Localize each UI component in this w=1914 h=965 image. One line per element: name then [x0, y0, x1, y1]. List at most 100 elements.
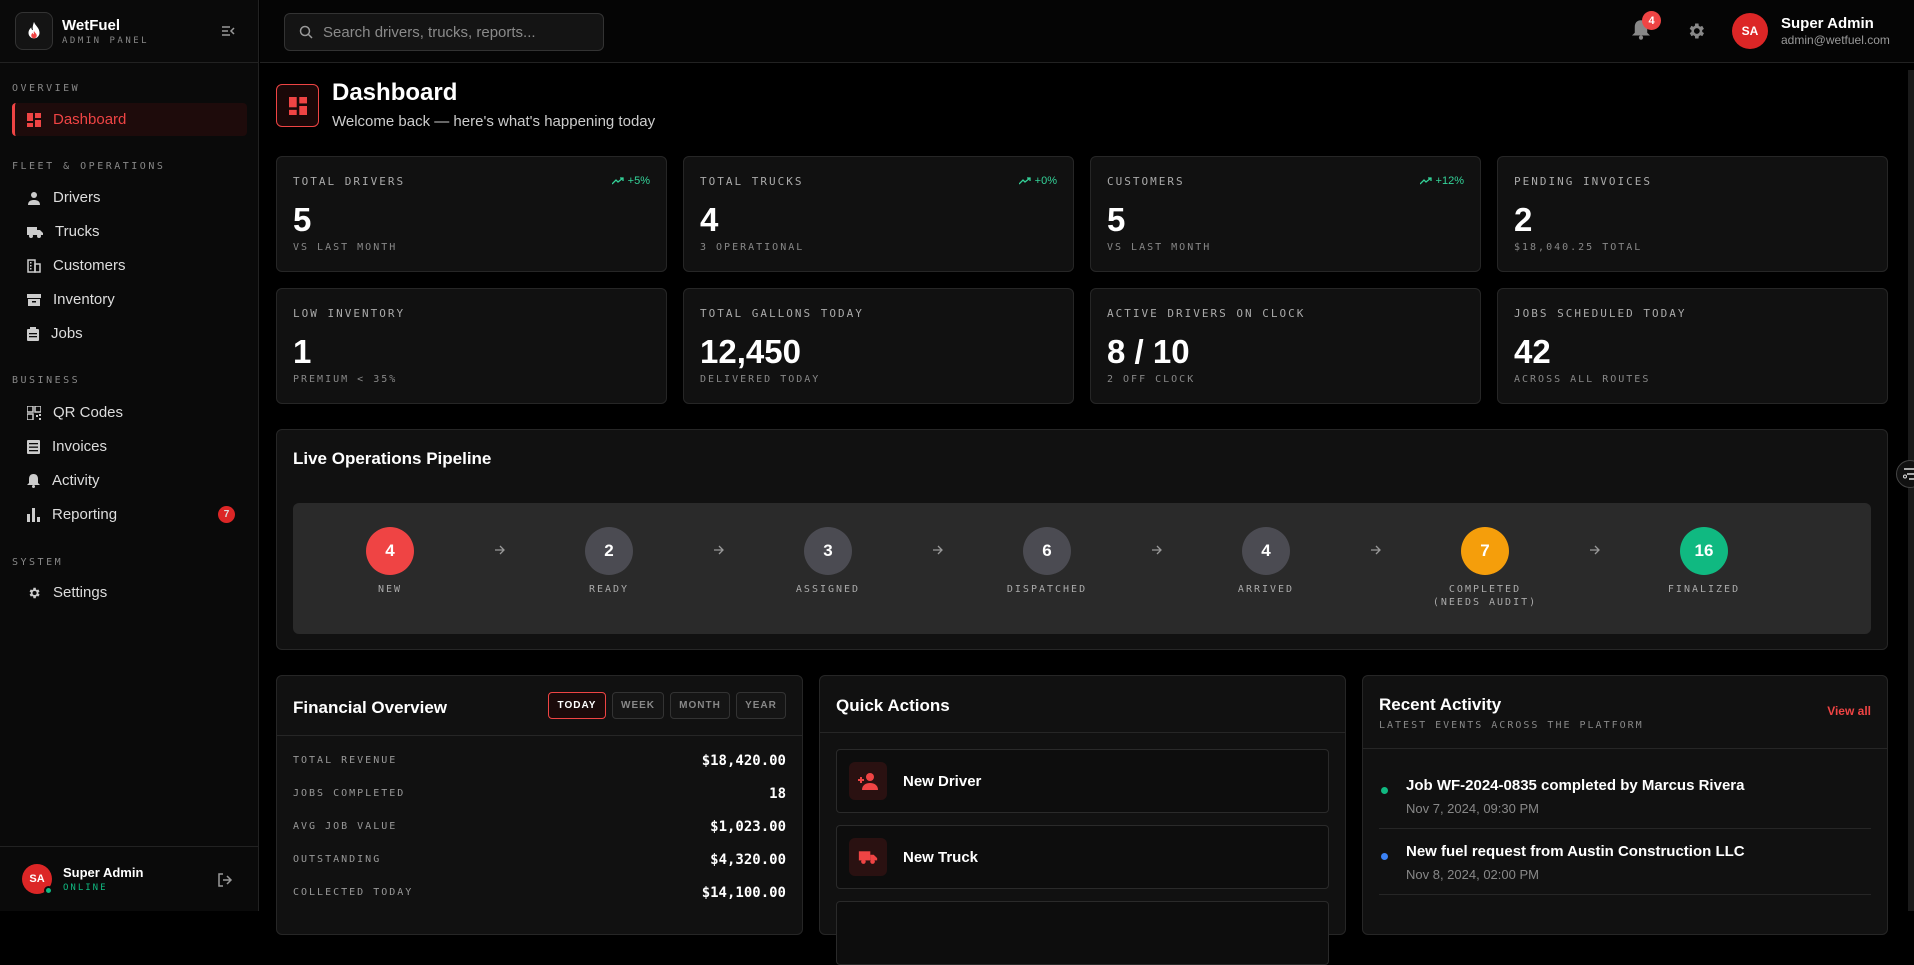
main-content: Dashboard Welcome back — here's what's h… — [260, 64, 1914, 965]
pipeline-stage[interactable]: 4 NEW — [330, 527, 450, 596]
scrollbar[interactable] — [1908, 70, 1914, 911]
sidebar-item-invoices[interactable]: Invoices — [12, 430, 247, 463]
stat-trend-value: +5% — [627, 175, 650, 187]
stat-trend-value: +12% — [1435, 175, 1464, 187]
activity-dot — [1381, 853, 1388, 860]
activity-date: Nov 8, 2024, 02:00 PM — [1406, 867, 1539, 882]
stat-trend-value: +0% — [1034, 175, 1057, 187]
pipeline-stage[interactable]: 7 COMPLETED (NEEDS AUDIT) — [1425, 527, 1545, 609]
sidebar-item-label: Customers — [53, 257, 126, 274]
pipeline-stage[interactable]: 16 FINALIZED — [1644, 527, 1764, 596]
pipeline-track: 4 NEW 2 READY 3 ASSIGNED 6 DISPATCHED 4 ARRIVED 7 C… — [293, 503, 1871, 634]
stat-card: TOTAL TRUCKS 4 3 OPERATIONAL +0% — [683, 156, 1074, 272]
sidebar-item-label: Settings — [53, 584, 108, 601]
brand-sub: ADMIN PANEL — [62, 35, 150, 46]
stat-card: LOW INVENTORY 1 PREMIUM < 35% — [276, 288, 667, 404]
stage-label: ASSIGNED — [795, 584, 861, 595]
sidebar-item-jobs[interactable]: Jobs — [12, 317, 247, 350]
stat-label: CUSTOMERS — [1107, 175, 1185, 188]
building-icon — [27, 258, 41, 273]
notifications-button[interactable]: 4 — [1632, 11, 1661, 42]
person-icon — [28, 191, 40, 205]
view-all-link[interactable]: View all — [1827, 704, 1871, 718]
nav-section-business: BUSINESS — [12, 375, 81, 386]
sidebar: WetFuel ADMIN PANEL OVERVIEW Dashboard F… — [0, 0, 259, 911]
financial-row-label: JOBS COMPLETED — [293, 788, 406, 799]
sidebar-item-qr-codes[interactable]: QR Codes — [12, 396, 247, 429]
settings-gear-icon[interactable] — [1686, 21, 1706, 41]
recent-activity-title: Recent Activity — [1379, 695, 1502, 714]
stat-label: LOW INVENTORY — [293, 307, 406, 320]
collapse-sidebar-icon[interactable] — [220, 23, 236, 39]
stat-card: TOTAL GALLONS TODAY 12,450 DELIVERED TODAY — [683, 288, 1074, 404]
financial-row: JOBS COMPLETED 18 — [293, 777, 786, 810]
avatar-initials: SA — [1741, 24, 1759, 38]
filter-today-button[interactable]: TODAY — [548, 692, 606, 719]
add-person-icon-wrap — [849, 762, 887, 800]
sidebar-item-label: Trucks — [55, 223, 100, 240]
financial-row-value: 18 — [769, 785, 786, 802]
filter-week-button[interactable]: WEEK — [612, 692, 664, 719]
top-bar: 4 SA Super Admin admin@wetfuel.com — [260, 0, 1914, 63]
sidebar-item-label: Dashboard — [53, 111, 127, 128]
financial-row-value: $1,023.00 — [710, 818, 786, 835]
sidebar-item-label: Reporting — [52, 506, 118, 523]
logout-icon[interactable] — [217, 872, 233, 888]
stat-trend: +12% — [1419, 175, 1464, 187]
pipeline-title: Live Operations Pipeline — [293, 449, 492, 468]
sidebar-item-label: Drivers — [53, 189, 101, 206]
sidebar-item-trucks[interactable]: Trucks — [12, 215, 247, 248]
stage-count: 7 — [1461, 527, 1509, 575]
activity-item[interactable]: Job WF-2024-0835 completed by Marcus Riv… — [1379, 763, 1871, 829]
stat-card: ACTIVE DRIVERS ON CLOCK 8 / 10 2 OFF CLOCK — [1090, 288, 1481, 404]
stage-count: 16 — [1680, 527, 1728, 575]
filter-list-icon — [1903, 468, 1914, 480]
search-box[interactable] — [284, 13, 604, 51]
stat-value: 5 — [293, 201, 312, 238]
sidebar-item-customers[interactable]: Customers — [12, 249, 247, 282]
new-truck-button[interactable]: New Truck — [836, 825, 1329, 889]
pipeline-stage[interactable]: 6 DISPATCHED — [987, 527, 1107, 596]
new-driver-button[interactable]: New Driver — [836, 749, 1329, 813]
sidebar-item-label: Inventory — [53, 291, 115, 308]
quick-actions-card: Quick Actions New Driver New Truck — [819, 675, 1346, 965]
sidebar-item-inventory[interactable]: Inventory — [12, 283, 247, 316]
search-input[interactable] — [323, 23, 583, 41]
stat-value: 2 — [1514, 201, 1533, 238]
page-subtitle: Welcome back — here's what's happening t… — [332, 113, 656, 130]
arrow-right-icon — [1152, 545, 1162, 555]
pipeline-stage[interactable]: 2 READY — [549, 527, 669, 596]
sidebar-item-dashboard[interactable]: Dashboard — [12, 103, 247, 136]
stat-label: PENDING INVOICES — [1514, 175, 1652, 188]
arrow-right-icon — [933, 545, 943, 555]
sidebar-item-reporting[interactable]: Reporting 7 — [12, 498, 247, 531]
stage-label: FINALIZED — [1667, 584, 1741, 595]
invoice-icon — [27, 439, 40, 454]
floating-filter-button[interactable] — [1896, 460, 1914, 488]
sidebar-user-status: ONLINE — [63, 883, 108, 893]
financial-row-value: $14,100.00 — [701, 884, 786, 901]
trending-up-icon — [611, 177, 624, 185]
financial-row-label: OUTSTANDING — [293, 854, 382, 865]
stat-trend: +5% — [611, 175, 650, 187]
pipeline-stage[interactable]: 4 ARRIVED — [1206, 527, 1326, 596]
arrow-right-icon — [1371, 545, 1381, 555]
filter-year-button[interactable]: YEAR — [736, 692, 786, 719]
stage-count: 2 — [585, 527, 633, 575]
filter-month-button[interactable]: MONTH — [670, 692, 730, 719]
financial-row-label: AVG JOB VALUE — [293, 821, 398, 832]
qr-code-icon — [27, 405, 41, 420]
arrow-right-icon — [1590, 545, 1600, 555]
stat-label: TOTAL GALLONS TODAY — [700, 307, 864, 320]
sidebar-item-settings[interactable]: Settings — [12, 576, 247, 609]
user-menu[interactable]: SA Super Admin admin@wetfuel.com — [1732, 13, 1890, 49]
sidebar-item-drivers[interactable]: Drivers — [12, 181, 247, 214]
stage-label: ARRIVED — [1237, 584, 1295, 595]
pipeline-stage[interactable]: 3 ASSIGNED — [768, 527, 888, 596]
sidebar-item-activity[interactable]: Activity — [12, 464, 247, 497]
financial-row-value: $18,420.00 — [701, 752, 786, 769]
stat-sub: ACROSS ALL ROUTES — [1514, 374, 1651, 385]
stat-value: 1 — [293, 333, 312, 370]
stat-sub: VS LAST MONTH — [293, 242, 398, 253]
activity-item[interactable]: New fuel request from Austin Constructio… — [1379, 829, 1871, 895]
